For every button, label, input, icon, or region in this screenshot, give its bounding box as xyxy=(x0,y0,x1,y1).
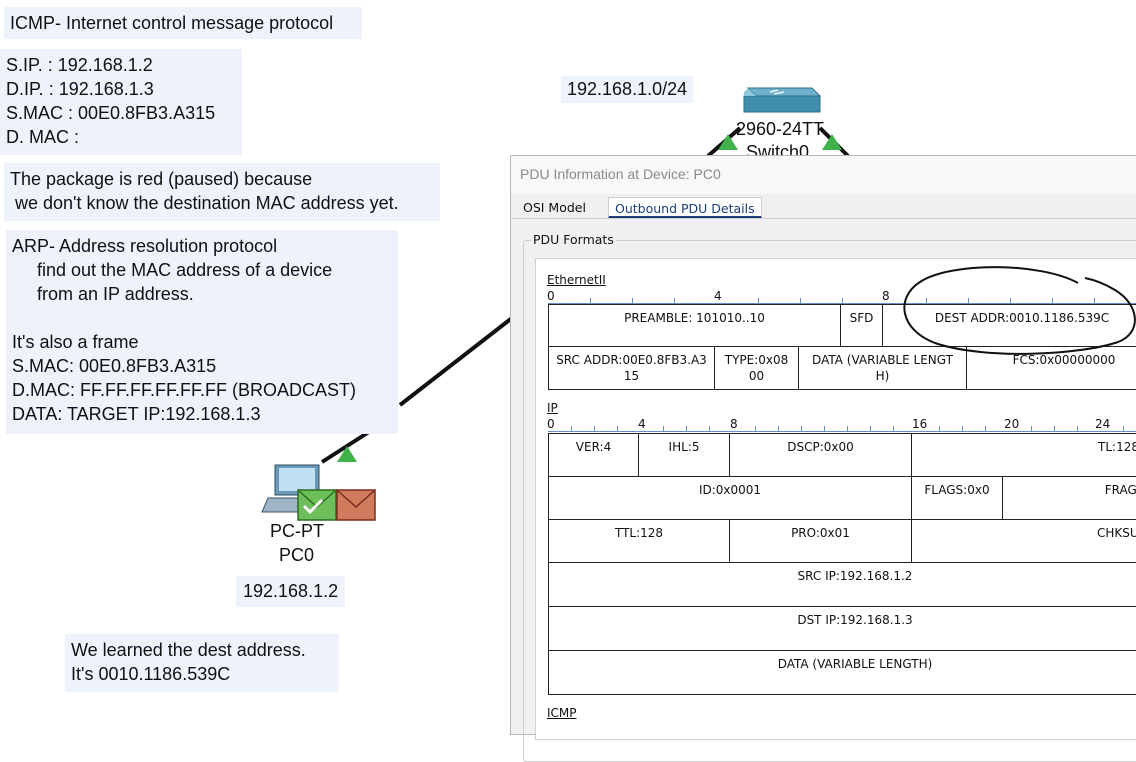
ip-ruler-tick xyxy=(594,426,595,431)
pdu-envelope-green-icon[interactable] xyxy=(297,489,337,521)
note-addressing: S.IP. : 192.168.1.2 D.IP. : 192.168.1.3 … xyxy=(0,49,242,155)
pdu-envelope-red-icon[interactable] xyxy=(336,489,376,521)
ip-ihl-field: IHL:5 xyxy=(638,433,730,477)
ethernet-ruler-tick xyxy=(590,298,591,303)
tab-outbound-pdu-details[interactable]: Outbound PDU Details xyxy=(608,197,762,219)
ip-section-label: IP xyxy=(547,401,558,415)
ip-src-ip-field: SRC IP:192.168.1.2 xyxy=(548,562,1136,607)
note-learned-dest: We learned the dest address. It's 0010.1… xyxy=(65,634,339,692)
ip-dst-ip-field: DST IP:192.168.1.3 xyxy=(548,606,1136,651)
pdu-formats-label: PDU Formats xyxy=(531,232,616,247)
ethernet-ruler-8: 8 xyxy=(882,289,890,303)
ip-protocol-field: PRO:0x01 xyxy=(729,519,912,563)
eth-src-addr-field: SRC ADDR:00E0.8FB3.A3 15 xyxy=(548,346,715,390)
ip-id-field: ID:0x0001 xyxy=(548,476,912,520)
ip-ttl-field: TTL:128 xyxy=(548,519,730,563)
ip-ruler-8: 8 xyxy=(730,417,738,431)
ip-ruler-tick xyxy=(893,426,894,431)
ip-ruler-tick xyxy=(1054,426,1055,431)
ip-ruler-tick xyxy=(801,426,802,431)
ip-ruler-tick xyxy=(824,426,825,431)
ip-ruler-line xyxy=(548,431,1136,432)
tab-divider xyxy=(511,218,1136,219)
ethernet-ruler-tick xyxy=(926,298,927,303)
ip-ruler-tick xyxy=(939,426,940,431)
eth-preamble-field: PREAMBLE: 101010..10 xyxy=(548,304,841,347)
note-arp: ARP- Address resolution protocol find ou… xyxy=(6,230,398,434)
ip-ruler-16: 16 xyxy=(912,417,928,431)
ip-ruler-tick xyxy=(571,426,572,431)
eth-sfd-field: SFD xyxy=(840,304,883,347)
ethernet-ruler-tick xyxy=(968,298,969,303)
eth-fcs-field: FCS:0x00000000 xyxy=(966,346,1136,390)
pc-name-label: PC0 xyxy=(279,545,315,565)
ethernet-section-label: EthernetII xyxy=(547,273,606,287)
ip-ruler-tick xyxy=(663,426,664,431)
ethernet-ruler-0: 0 xyxy=(547,289,555,303)
switch-model-label: 2960-24TT xyxy=(736,119,825,139)
ip-ver-field: VER:4 xyxy=(548,433,639,477)
dialog-title: PDU Information at Device: PC0 xyxy=(511,156,1136,194)
ethernet-ruler-tick xyxy=(674,298,675,303)
pdu-formats-panel: EthernetII 0 4 8 PREAMBLE: 101010..10 SF… xyxy=(535,258,1136,740)
eth-dest-addr-field: DEST ADDR:0010.1186.539C xyxy=(882,304,1136,347)
ip-dscp-field: DSCP:0x00 xyxy=(729,433,912,477)
ip-ruler-tick xyxy=(709,426,710,431)
ip-ruler-tick xyxy=(755,426,756,431)
pc-type-label: PC-PT xyxy=(270,521,324,541)
pc-ip-label: 192.168.1.2 xyxy=(236,576,346,607)
ethernet-ruler-tick xyxy=(632,298,633,303)
ethernet-ruler-tick xyxy=(758,298,759,303)
ip-ruler-0: 0 xyxy=(547,417,555,431)
ip-ruler-tick xyxy=(617,426,618,431)
ip-ruler-4: 4 xyxy=(638,417,646,431)
ip-ruler-tick xyxy=(870,426,871,431)
eth-data-field: DATA (VARIABLE LENGT H) xyxy=(798,346,967,390)
port-up-triangle-switch-right xyxy=(822,134,842,150)
ip-flags-field: FLAGS:0x0 xyxy=(911,476,1003,520)
ip-ruler-tick xyxy=(1031,426,1032,431)
ethernet-ruler-4: 4 xyxy=(714,289,722,303)
network-label: 192.168.1.0/24 xyxy=(561,76,694,103)
ethernet-ruler-tick xyxy=(1052,298,1053,303)
tab-osi-model[interactable]: OSI Model xyxy=(517,197,592,219)
ip-ruler-tick xyxy=(778,426,779,431)
pdu-info-dialog: PDU Information at Device: PC0 OSI Model… xyxy=(510,155,1136,762)
ip-ruler-20: 20 xyxy=(1004,417,1020,431)
switch-icon[interactable] xyxy=(743,87,822,113)
ethernet-ruler-tick xyxy=(842,298,843,303)
note-paused-explanation: The package is red (paused) because we d… xyxy=(4,163,440,221)
ip-checksum-field: CHKSUM xyxy=(911,519,1136,563)
ip-data-field: DATA (VARIABLE LENGTH) xyxy=(548,650,1136,695)
ethernet-ruler-tick xyxy=(1010,298,1011,303)
ip-ruler-tick xyxy=(686,426,687,431)
ip-frag-offset-field: FRAG OF xyxy=(1002,476,1136,520)
eth-type-field: TYPE:0x08 00 xyxy=(714,346,799,390)
ip-ruler-tick xyxy=(985,426,986,431)
ip-ruler-24: 24 xyxy=(1095,417,1111,431)
ethernet-ruler-tick xyxy=(800,298,801,303)
ip-tl-field: TL:128 xyxy=(911,433,1136,477)
ip-ruler-tick xyxy=(1077,426,1078,431)
ip-ruler-tick xyxy=(962,426,963,431)
link-pc-switch xyxy=(398,316,514,407)
ip-ruler-tick xyxy=(847,426,848,431)
ip-ruler-tick xyxy=(1123,426,1124,431)
ethernet-ruler-tick xyxy=(1094,298,1095,303)
note-icmp-title: ICMP- Internet control message protocol xyxy=(4,7,362,39)
